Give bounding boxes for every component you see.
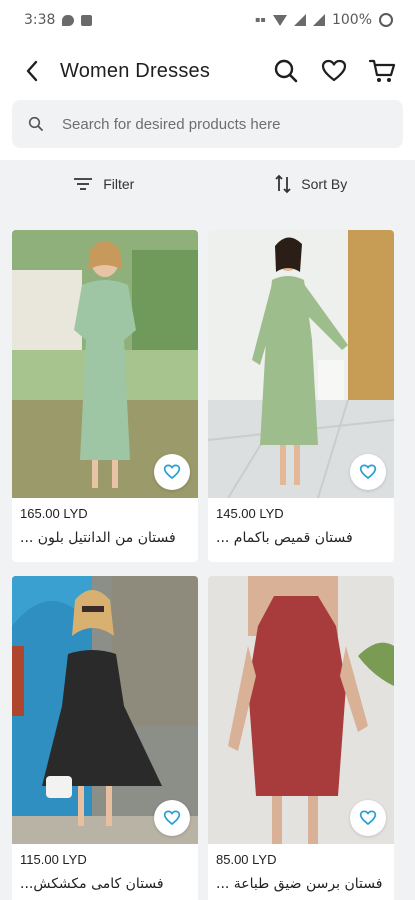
battery-icon (379, 13, 393, 27)
status-left: 3:38 (24, 12, 93, 28)
product-price: 115.00 LYD (20, 852, 87, 867)
product-name: فستان قميص باكمام ... (216, 530, 353, 546)
wifi-icon (272, 14, 287, 26)
filter-button[interactable]: Filter (0, 176, 208, 192)
product-card[interactable]: 145.00 LYD فستان قميص باكمام ... (208, 230, 394, 562)
image-notification-icon (81, 14, 93, 26)
search-input[interactable] (62, 115, 372, 133)
status-right: ▪▪ 100% (255, 12, 393, 28)
wishlist-button[interactable] (319, 56, 349, 86)
product-price: 165.00 LYD (20, 506, 88, 521)
heart-icon (359, 810, 377, 825)
sort-button[interactable]: Sort By (208, 174, 415, 194)
product-grid: 165.00 LYD فستان من الدانتيل بلون ... 14… (0, 208, 415, 900)
volte-icon: ▪▪ (255, 15, 266, 24)
favorite-button[interactable] (350, 800, 386, 836)
favorite-button[interactable] (154, 454, 190, 490)
sort-icon (275, 174, 291, 194)
favorite-button[interactable] (154, 800, 190, 836)
header-actions (271, 56, 397, 86)
back-button[interactable] (20, 59, 44, 83)
status-bar: 3:38 ▪▪ 100% (0, 0, 415, 40)
product-image[interactable] (12, 230, 198, 498)
product-card[interactable]: 115.00 LYD فستان كامى مكشكش... (12, 576, 198, 900)
favorite-button[interactable] (350, 454, 386, 490)
product-name: فستان برسن ضيق طباعة ... (216, 876, 383, 892)
product-name: فستان من الدانتيل بلون ... (20, 530, 176, 546)
status-time: 3:38 (24, 12, 56, 28)
search-button[interactable] (271, 56, 301, 86)
signal-icon (293, 14, 306, 26)
product-image[interactable] (12, 576, 198, 844)
filter-sort-bar: Filter Sort By (0, 160, 415, 208)
search-bar[interactable] (12, 100, 403, 148)
app-header: Women Dresses (0, 46, 415, 96)
heart-icon (163, 810, 181, 825)
product-card[interactable]: 85.00 LYD فستان برسن ضيق طباعة ... (208, 576, 394, 900)
battery-level: 100% (331, 12, 372, 28)
page-title: Women Dresses (60, 59, 211, 82)
heart-icon (163, 464, 181, 479)
product-name: فستان كامى مكشكش... (20, 876, 164, 892)
cart-button[interactable] (367, 56, 397, 86)
heart-icon (359, 464, 377, 479)
product-image[interactable] (208, 230, 394, 498)
signal-icon-2 (312, 14, 325, 26)
heart-icon (321, 59, 347, 82)
chat-notification-icon (62, 14, 75, 26)
sort-label: Sort By (301, 176, 348, 192)
search-icon (274, 59, 298, 83)
cart-icon (368, 59, 396, 82)
product-image[interactable] (208, 576, 394, 844)
back-arrow-icon (26, 60, 38, 82)
product-price: 145.00 LYD (216, 506, 284, 521)
product-card[interactable]: 165.00 LYD فستان من الدانتيل بلون ... (12, 230, 198, 562)
filter-icon (74, 178, 93, 190)
search-icon (28, 116, 43, 131)
filter-label: Filter (103, 176, 135, 192)
product-price: 85.00 LYD (216, 852, 277, 867)
